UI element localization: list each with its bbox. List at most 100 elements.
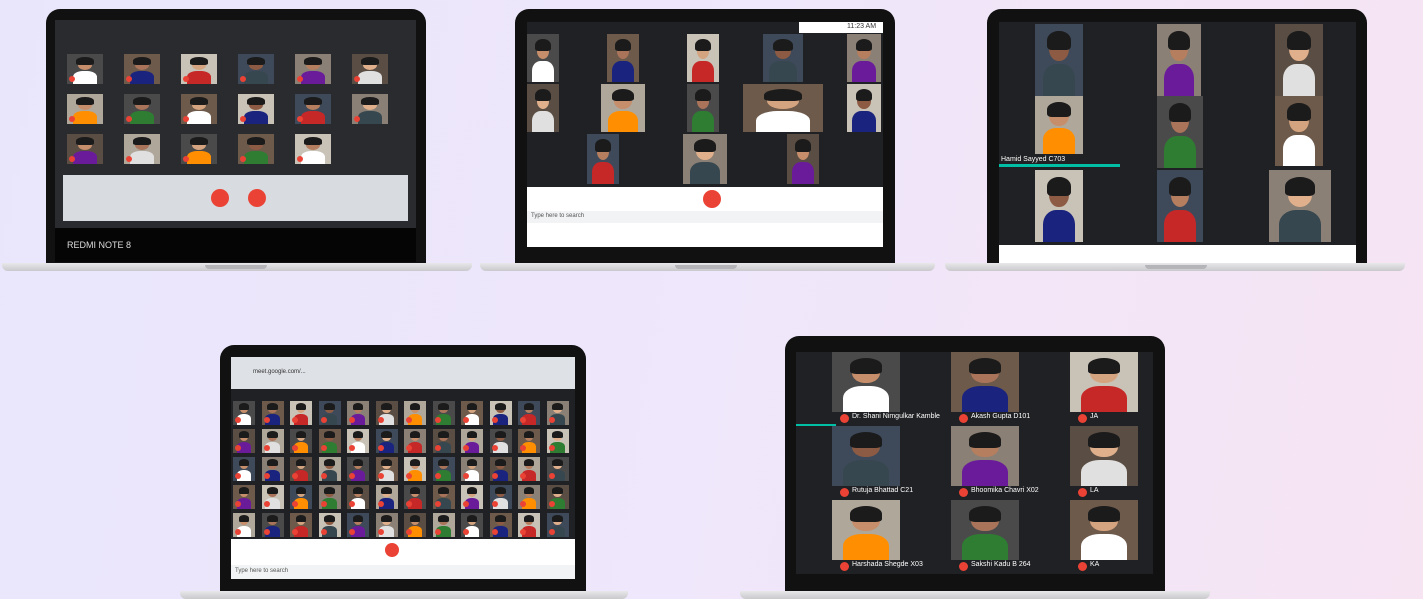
participant-tile xyxy=(607,34,639,82)
meet-top-bar: 11:23 AM xyxy=(799,22,883,33)
mic-off-icon xyxy=(840,562,849,571)
participant-name: Rutuja Bhattad C21 xyxy=(852,487,914,494)
participant-tile xyxy=(461,429,483,453)
participant-tile xyxy=(546,457,569,481)
participant-tile xyxy=(67,94,103,124)
participant-hair xyxy=(855,38,873,52)
participant-tile xyxy=(832,500,900,560)
taskbar-search[interactable]: Type here to search xyxy=(531,213,584,219)
participant-body xyxy=(300,70,326,84)
participant-tile xyxy=(261,457,284,481)
participant-body xyxy=(1282,64,1316,96)
laptop-3-screen: Hamid Sayyed C703 xyxy=(999,22,1356,245)
mic-off-icon xyxy=(520,501,526,507)
participant-hair xyxy=(968,358,1002,374)
mic-off-icon xyxy=(463,417,469,423)
mic-off-icon xyxy=(434,417,441,423)
participant-hair xyxy=(523,515,535,522)
address-bar[interactable]: meet.google.com/... xyxy=(253,369,306,375)
participant-hair xyxy=(763,88,803,102)
participant-tile xyxy=(318,429,341,453)
participant-tile xyxy=(432,429,455,453)
participant-hair xyxy=(267,431,278,438)
participant-body xyxy=(1080,385,1128,412)
mic-off-icon xyxy=(959,488,968,497)
mic-off-icon xyxy=(491,473,498,479)
participant-tile xyxy=(375,429,398,453)
participant-hair xyxy=(495,459,506,466)
participant-body xyxy=(690,162,720,184)
participant-body xyxy=(532,110,554,132)
participant-hair xyxy=(615,38,631,52)
participant-hair xyxy=(466,487,478,494)
participant-hair xyxy=(76,137,94,145)
mic-off-icon xyxy=(520,529,526,535)
mic-off-icon xyxy=(183,116,189,122)
participant-tile xyxy=(261,401,284,425)
participant-hair xyxy=(523,487,535,494)
mic-off-icon xyxy=(548,417,555,423)
participant-hair xyxy=(438,403,449,410)
participant-hair xyxy=(76,97,94,105)
participant-tile xyxy=(124,94,160,124)
participant-body xyxy=(357,70,383,84)
mic-off-icon xyxy=(349,473,355,479)
participant-tile xyxy=(295,94,331,124)
mic-off-icon xyxy=(491,529,498,535)
participant-tile xyxy=(181,134,217,164)
participant-tile xyxy=(290,401,312,425)
participant-hair xyxy=(133,97,151,105)
participant-body xyxy=(1042,210,1076,242)
mic-off-icon xyxy=(463,445,469,451)
participant-tile xyxy=(352,54,388,84)
mic-off-icon xyxy=(434,445,441,451)
participant-body xyxy=(186,150,212,164)
laptop-2-screen: 11:23 AM Type here to search xyxy=(527,22,883,247)
mic-off-icon xyxy=(235,417,241,423)
participant-tile xyxy=(489,401,512,425)
mic-off-icon xyxy=(297,156,303,162)
taskbar-search[interactable]: Type here to search xyxy=(235,568,288,574)
participant-hair xyxy=(1287,31,1311,50)
participant-hair xyxy=(523,459,535,466)
end-call-button[interactable] xyxy=(211,189,229,207)
participant-hair xyxy=(304,57,322,65)
participant-body xyxy=(692,60,714,82)
end-call-button[interactable] xyxy=(703,190,721,208)
participant-tile xyxy=(290,485,312,509)
participant-tile xyxy=(951,500,1019,560)
participant-tile xyxy=(832,352,900,412)
mic-off-button[interactable] xyxy=(248,189,266,207)
participant-tile xyxy=(951,352,1019,412)
participant-tile xyxy=(587,134,619,184)
mic-off-icon xyxy=(491,445,498,451)
mic-off-icon xyxy=(959,562,968,571)
participant-hair xyxy=(409,487,421,494)
participant-tile xyxy=(1070,352,1138,412)
participant-tile xyxy=(124,134,160,164)
participant-tile xyxy=(489,485,512,509)
mic-off-icon xyxy=(235,445,241,451)
mic-off-icon xyxy=(126,116,132,122)
participant-tile xyxy=(432,485,455,509)
participant-tile xyxy=(261,485,284,509)
participant-hair xyxy=(1047,177,1071,196)
mic-off-icon xyxy=(377,445,384,451)
participant-hair xyxy=(352,459,364,466)
mic-off-icon xyxy=(548,529,555,535)
participant-hair xyxy=(1087,358,1121,374)
mic-off-icon xyxy=(548,501,555,507)
participant-body xyxy=(129,150,155,164)
participant-body xyxy=(1080,459,1128,486)
mic-off-icon xyxy=(320,445,327,451)
participant-name: LA xyxy=(1090,487,1099,494)
participant-body xyxy=(72,150,98,164)
end-call-button[interactable] xyxy=(385,543,399,557)
participant-tile xyxy=(687,34,719,82)
participant-hair xyxy=(495,515,506,522)
participant-tile xyxy=(601,84,645,132)
mic-off-icon xyxy=(520,473,526,479)
mic-off-icon xyxy=(349,529,355,535)
mic-off-icon xyxy=(520,445,526,451)
participant-hair xyxy=(352,487,364,494)
